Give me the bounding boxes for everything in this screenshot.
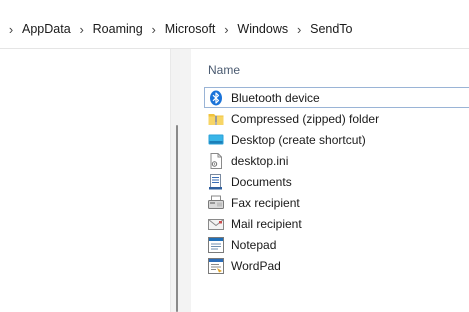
- mail-icon: [208, 216, 224, 232]
- file-item-label: Fax recipient: [231, 195, 300, 210]
- file-item-fax-recipient[interactable]: Fax recipient: [204, 192, 469, 213]
- notepad-icon: [208, 236, 224, 253]
- wordpad-icon: [208, 257, 224, 274]
- file-item-notepad[interactable]: Notepad: [204, 234, 469, 255]
- breadcrumb-separator-icon[interactable]: ›: [143, 22, 165, 37]
- breadcrumb-roaming[interactable]: Roaming: [93, 22, 143, 36]
- file-item-mail-recipient[interactable]: Mail recipient: [204, 213, 469, 234]
- breadcrumb-microsoft[interactable]: Microsoft: [165, 22, 216, 36]
- explorer-content: Name Bluetooth device Compressed (zipped…: [0, 49, 469, 312]
- breadcrumb-separator-icon[interactable]: ›: [71, 22, 93, 37]
- file-list-pane[interactable]: Name Bluetooth device Compressed (zipped…: [191, 49, 469, 312]
- breadcrumb-separator-icon[interactable]: ›: [288, 22, 310, 37]
- documents-icon: [208, 173, 224, 190]
- navigation-pane[interactable]: [0, 49, 170, 312]
- file-item-compressed-folder[interactable]: Compressed (zipped) folder: [204, 108, 469, 129]
- file-item-label: WordPad: [231, 258, 281, 273]
- breadcrumb-separator-icon[interactable]: ›: [215, 22, 237, 37]
- address-bar[interactable]: › AppData › Roaming › Microsoft › Window…: [0, 10, 469, 49]
- breadcrumb-appdata[interactable]: AppData: [22, 22, 71, 36]
- file-item-label: Mail recipient: [231, 216, 302, 231]
- name-column-header[interactable]: Name: [208, 63, 240, 77]
- toolbar-strip: [0, 0, 469, 10]
- bluetooth-icon: [208, 90, 224, 106]
- file-item-label: Documents: [231, 174, 292, 189]
- zip-folder-icon: [208, 111, 224, 127]
- file-item-bluetooth-device[interactable]: Bluetooth device: [204, 87, 469, 108]
- file-item-label: Compressed (zipped) folder: [231, 111, 380, 126]
- fax-icon: [208, 195, 224, 211]
- breadcrumb-sendto[interactable]: SendTo: [310, 22, 352, 36]
- file-item-label: Notepad: [231, 237, 277, 252]
- breadcrumb: › AppData › Roaming › Microsoft › Window…: [0, 10, 353, 48]
- file-item-desktop-shortcut[interactable]: Desktop (create shortcut): [204, 129, 469, 150]
- pane-divider[interactable]: [170, 49, 191, 312]
- file-item-wordpad[interactable]: WordPad: [204, 255, 469, 276]
- breadcrumb-separator-icon[interactable]: ›: [0, 22, 22, 37]
- file-item-label: desktop.ini: [231, 153, 289, 168]
- ini-file-icon: [208, 152, 224, 169]
- file-item-label: Desktop (create shortcut): [231, 132, 366, 147]
- desktop-icon: [208, 132, 224, 148]
- file-item-label: Bluetooth device: [231, 90, 320, 105]
- navigation-pane-scrollbar[interactable]: [176, 125, 178, 312]
- breadcrumb-windows[interactable]: Windows: [237, 22, 288, 36]
- file-item-documents[interactable]: Documents: [204, 171, 469, 192]
- file-explorer-window: › AppData › Roaming › Microsoft › Window…: [0, 0, 469, 312]
- file-list: Bluetooth device Compressed (zipped) fol…: [204, 87, 469, 276]
- file-item-desktop-ini[interactable]: desktop.ini: [204, 150, 469, 171]
